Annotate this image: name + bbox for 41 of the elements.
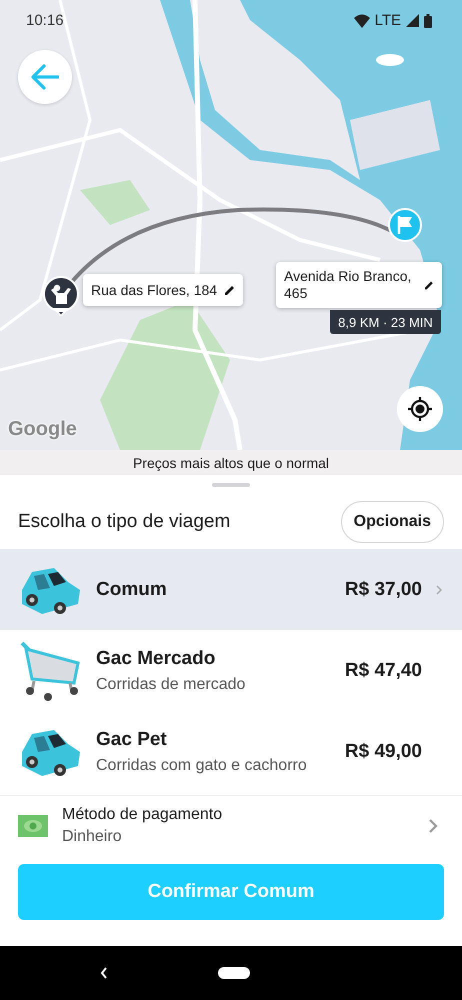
route-info-label: 8,9 KM · 23 MIN [330,310,441,334]
home-pill[interactable] [218,967,250,979]
edit-icon [425,280,434,290]
ride-price: R$ 47,40 [344,660,422,682]
destination-address: Avenida Rio Branco, 465 [284,268,412,302]
options-button[interactable]: Opcionais [340,501,444,543]
section-title: Escolha o tipo de viagem [18,511,230,533]
chevron-right-icon [428,818,438,834]
person-pin-icon [41,276,81,316]
price-notice: Preços mais altos que o normal [0,450,462,475]
network-type: LTE [374,12,401,29]
ride-name: Comum [96,578,168,600]
payment-row[interactable]: Método de pagamento Dinheiro [0,795,462,856]
edit-icon [225,285,236,295]
origin-address: Rua das Flores, 184 [91,282,218,298]
ride-price: R$ 37,00 [344,578,422,600]
wifi-icon [354,14,370,28]
cash-icon [18,815,48,837]
ride-name: Gac Pet [96,728,168,750]
sheet-handle[interactable] [212,483,250,487]
status-time: 10:16 [26,12,64,29]
payment-method: Dinheiro [62,828,123,846]
destination-callout[interactable]: Avenida Rio Branco, 465 [276,262,442,308]
shopping-cart-icon [18,640,82,700]
payment-label: Método de pagamento [62,806,224,824]
ride-name: Gac Mercado [96,648,216,670]
ride-price: R$ 49,00 [344,740,422,762]
ride-option[interactable]: Comum R$ 37,00 [0,549,462,630]
signal-icon [406,14,419,27]
ride-description: Corridas com gato e cachorro [96,756,308,774]
origin-callout[interactable]: Rua das Flores, 184 [83,274,244,306]
chevron-right-icon [436,584,442,594]
flag-pin-icon [387,207,423,243]
back-arrow-icon [31,64,59,90]
battery-icon [424,14,432,28]
locate-icon [407,396,433,422]
ride-description: Corridas de mercado [96,676,246,694]
back-nav-icon[interactable] [100,967,108,979]
ride-option[interactable]: Gac Mercado Corridas de mercado R$ 47,40 [0,630,462,711]
ride-option[interactable]: Gac Pet Corridas com gato e cachorro R$ 49,00 [0,711,462,792]
map-attribution: Google [8,418,77,441]
